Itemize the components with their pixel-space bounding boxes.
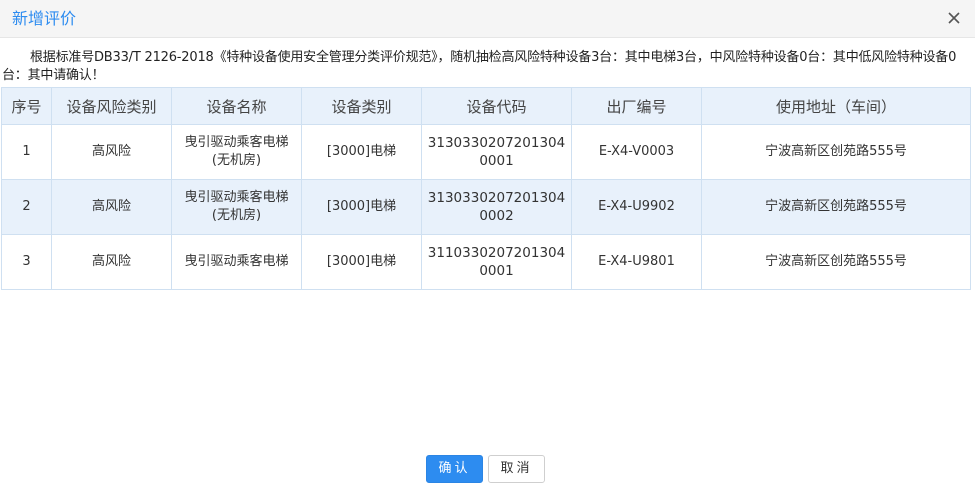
cell-type: [3000]电梯 xyxy=(301,234,422,290)
cancel-button[interactable]: 取消 xyxy=(488,455,545,483)
notice-text: 根据标准号DB33/T 2126-2018《特种设备使用安全管理分类评价规范》，… xyxy=(2,50,957,83)
equipment-table: 序号 设备风险类别 设备名称 设备类别 设备代码 出厂编号 使用地址（车间） 1… xyxy=(1,87,971,290)
cell-risk: 高风险 xyxy=(51,179,172,235)
cell-name: 曳引驱动乘客电梯(无机房) xyxy=(171,124,302,180)
cell-factory-no: E-X4-V0003 xyxy=(571,124,702,180)
cell-name: 曳引驱动乘客电梯 xyxy=(171,234,302,290)
cell-risk: 高风险 xyxy=(51,234,172,290)
header-factory-no: 出厂编号 xyxy=(571,87,702,125)
header-code: 设备代码 xyxy=(421,87,572,125)
cell-factory-no: E-X4-U9801 xyxy=(571,234,702,290)
header-index: 序号 xyxy=(1,87,52,125)
dialog-footer: 确认 取消 xyxy=(426,455,556,483)
cell-index: 2 xyxy=(1,179,52,235)
cell-type: [3000]电梯 xyxy=(301,124,422,180)
header-risk: 设备风险类别 xyxy=(51,87,172,125)
cell-index: 3 xyxy=(1,234,52,290)
dialog-titlebar: 新增评价 xyxy=(0,0,975,38)
cell-name: 曳引驱动乘客电梯(无机房) xyxy=(171,179,302,235)
cell-address: 宁波高新区创苑路555号 xyxy=(701,179,971,235)
cell-address: 宁波高新区创苑路555号 xyxy=(701,124,971,180)
cell-index: 1 xyxy=(1,124,52,180)
header-address: 使用地址（车间） xyxy=(701,87,971,125)
confirm-button[interactable]: 确认 xyxy=(426,455,483,483)
close-icon[interactable] xyxy=(947,11,961,25)
cell-factory-no: E-X4-U9902 xyxy=(571,179,702,235)
cell-address: 宁波高新区创苑路555号 xyxy=(701,234,971,290)
cell-code: 31103302072013040001 xyxy=(421,234,572,290)
header-type: 设备类别 xyxy=(301,87,422,125)
dialog-title: 新增评价 xyxy=(12,9,77,28)
add-evaluation-dialog: 新增评价 根据标准号DB33/T 2126-2018《特种设备使用安全管理分类评… xyxy=(0,0,975,499)
cell-type: [3000]电梯 xyxy=(301,179,422,235)
cell-code: 31303302072013040002 xyxy=(421,179,572,235)
table-row[interactable]: 2 高风险 曳引驱动乘客电梯(无机房) [3000]电梯 31303302072… xyxy=(1,179,971,235)
header-name: 设备名称 xyxy=(171,87,302,125)
table-row[interactable]: 1 高风险 曳引驱动乘客电梯(无机房) [3000]电梯 31303302072… xyxy=(1,124,971,180)
table-header-row: 序号 设备风险类别 设备名称 设备类别 设备代码 出厂编号 使用地址（车间） xyxy=(1,87,971,125)
cell-risk: 高风险 xyxy=(51,124,172,180)
table-row[interactable]: 3 高风险 曳引驱动乘客电梯 [3000]电梯 3110330207201304… xyxy=(1,234,971,290)
cell-code: 31303302072013040001 xyxy=(421,124,572,180)
